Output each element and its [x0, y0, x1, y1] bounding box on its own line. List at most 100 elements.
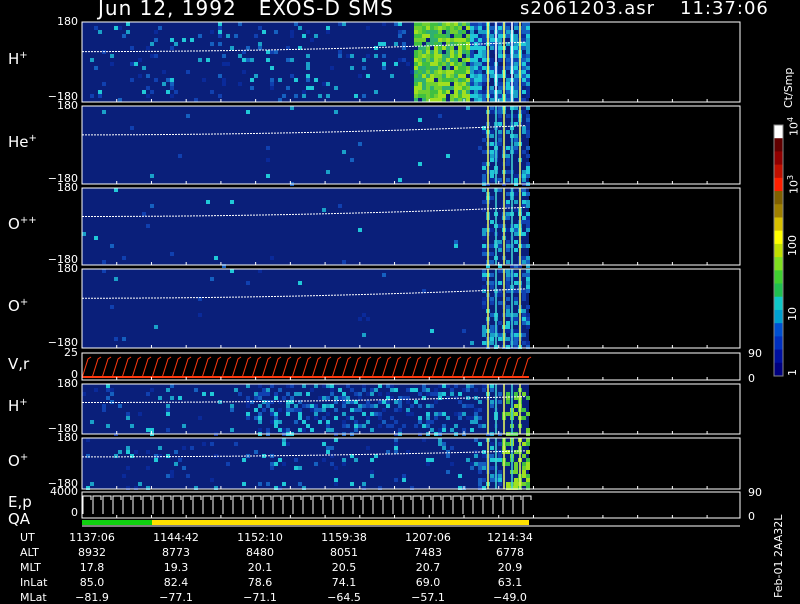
heatmap-cell: [290, 408, 294, 412]
heatmap-cell: [458, 74, 462, 78]
heatmap-cell: [98, 94, 102, 98]
ephemeris-value: 8051: [330, 546, 358, 559]
heatmap-cell: [434, 82, 438, 86]
heatmap-cell: [506, 146, 510, 150]
heatmap-cell: [430, 74, 434, 78]
ep-trace: [112, 495, 122, 514]
heatmap-cell: [270, 462, 274, 466]
heatmap-cell: [526, 281, 530, 285]
heatmap-cell: [498, 86, 502, 90]
heatmap-cell: [434, 34, 438, 38]
heatmap-cell: [458, 22, 462, 26]
heatmap-cell: [506, 321, 510, 325]
vr-trace: [481, 356, 492, 379]
heatmap-cell: [526, 277, 530, 281]
heatmap-cell: [442, 46, 446, 50]
heatmap-cell: [482, 166, 486, 170]
heatmap-cell: [470, 82, 474, 86]
heatmap-cell: [478, 482, 482, 486]
heatmap-cell: [322, 208, 326, 212]
vr-trace: [91, 356, 102, 379]
heatmap-cell: [238, 392, 242, 396]
heatmap-cell: [402, 478, 406, 482]
heatmap-cell: [254, 74, 258, 78]
heatmap-cell: [406, 388, 410, 392]
heatmap-cell: [522, 293, 526, 297]
ep-trace: [202, 495, 212, 514]
heatmap-cell: [306, 424, 310, 428]
heatmap-cell: [470, 50, 474, 54]
heatmap-cell: [514, 34, 518, 38]
heatmap-cell: [526, 50, 530, 54]
heatmap-cell: [498, 301, 502, 305]
heatmap-cell: [470, 66, 474, 70]
heatmap-cell: [430, 66, 434, 70]
vr-trace: [331, 356, 342, 379]
heatmap-cell: [398, 404, 402, 408]
heatmap-cell: [526, 22, 530, 26]
heatmap-cell: [458, 94, 462, 98]
heatmap-cell: [482, 248, 486, 252]
heatmap-cell: [514, 297, 518, 301]
ep-trace: [102, 495, 112, 514]
heatmap-cell: [390, 74, 394, 78]
y-tick-top: 180: [40, 181, 78, 194]
heatmap-cell: [358, 396, 362, 400]
vr-trace: [191, 356, 202, 379]
ephemeris-row-label: InLat: [20, 576, 48, 589]
y-tick-top: 180: [40, 431, 78, 444]
y-tick-top-text: 25: [64, 346, 78, 359]
heatmap-cell: [374, 54, 378, 58]
heatmap-cell: [458, 26, 462, 30]
heatmap-cell: [386, 400, 390, 404]
colorbar-tick-text: 10: [787, 180, 800, 194]
heatmap-cell: [526, 114, 530, 118]
heatmap-cell: [150, 54, 154, 58]
heatmap-cell: [258, 42, 262, 46]
heatmap-cell: [334, 86, 338, 90]
heatmap-cell: [414, 30, 418, 34]
heatmap-cell: [454, 30, 458, 34]
heatmap-cell: [442, 86, 446, 90]
heatmap-cell: [414, 38, 418, 42]
heatmap-cell: [426, 22, 430, 26]
heatmap-cell: [386, 424, 390, 428]
heatmap-cell: [490, 313, 494, 317]
ep-trace: [402, 495, 412, 514]
heatmap-cell: [446, 30, 450, 34]
heatmap-cell: [490, 297, 494, 301]
heatmap-cell: [278, 78, 282, 82]
heatmap-cell: [422, 46, 426, 50]
heatmap-cell: [522, 256, 526, 260]
heatmap-cell: [386, 392, 390, 396]
heatmap-cell: [270, 420, 274, 424]
colorbar-tick: 104: [786, 117, 800, 136]
heatmap-cell: [498, 22, 502, 26]
heatmap-cell: [170, 38, 174, 42]
qa-label: QA: [8, 510, 30, 528]
heatmap-cell: [526, 216, 530, 220]
heatmap-cell: [298, 428, 302, 432]
heatmap-cell: [482, 333, 486, 337]
heatmap-cell: [506, 329, 510, 333]
heatmap-cell: [482, 285, 486, 289]
heatmap-cell: [146, 94, 150, 98]
heatmap-cell: [482, 150, 486, 154]
heatmap-cell: [438, 66, 442, 70]
heatmap-cell: [470, 78, 474, 82]
heatmap-cell: [430, 22, 434, 26]
heatmap-cell: [314, 78, 318, 82]
heatmap-cell: [394, 408, 398, 412]
heatmap-cell: [498, 392, 502, 396]
heatmap-cell: [234, 442, 238, 446]
heatmap-cell: [462, 388, 466, 392]
heatmap-cell: [354, 420, 358, 424]
heatmap-cell: [506, 273, 510, 277]
heatmap-cell: [450, 86, 454, 90]
heatmap-cell: [90, 94, 94, 98]
heatmap-cell: [498, 442, 502, 446]
ephemeris-value: 19.3: [163, 561, 189, 574]
vr-trace: [351, 356, 362, 379]
heatmap-cell: [514, 466, 518, 470]
heatmap-cell: [342, 404, 346, 408]
